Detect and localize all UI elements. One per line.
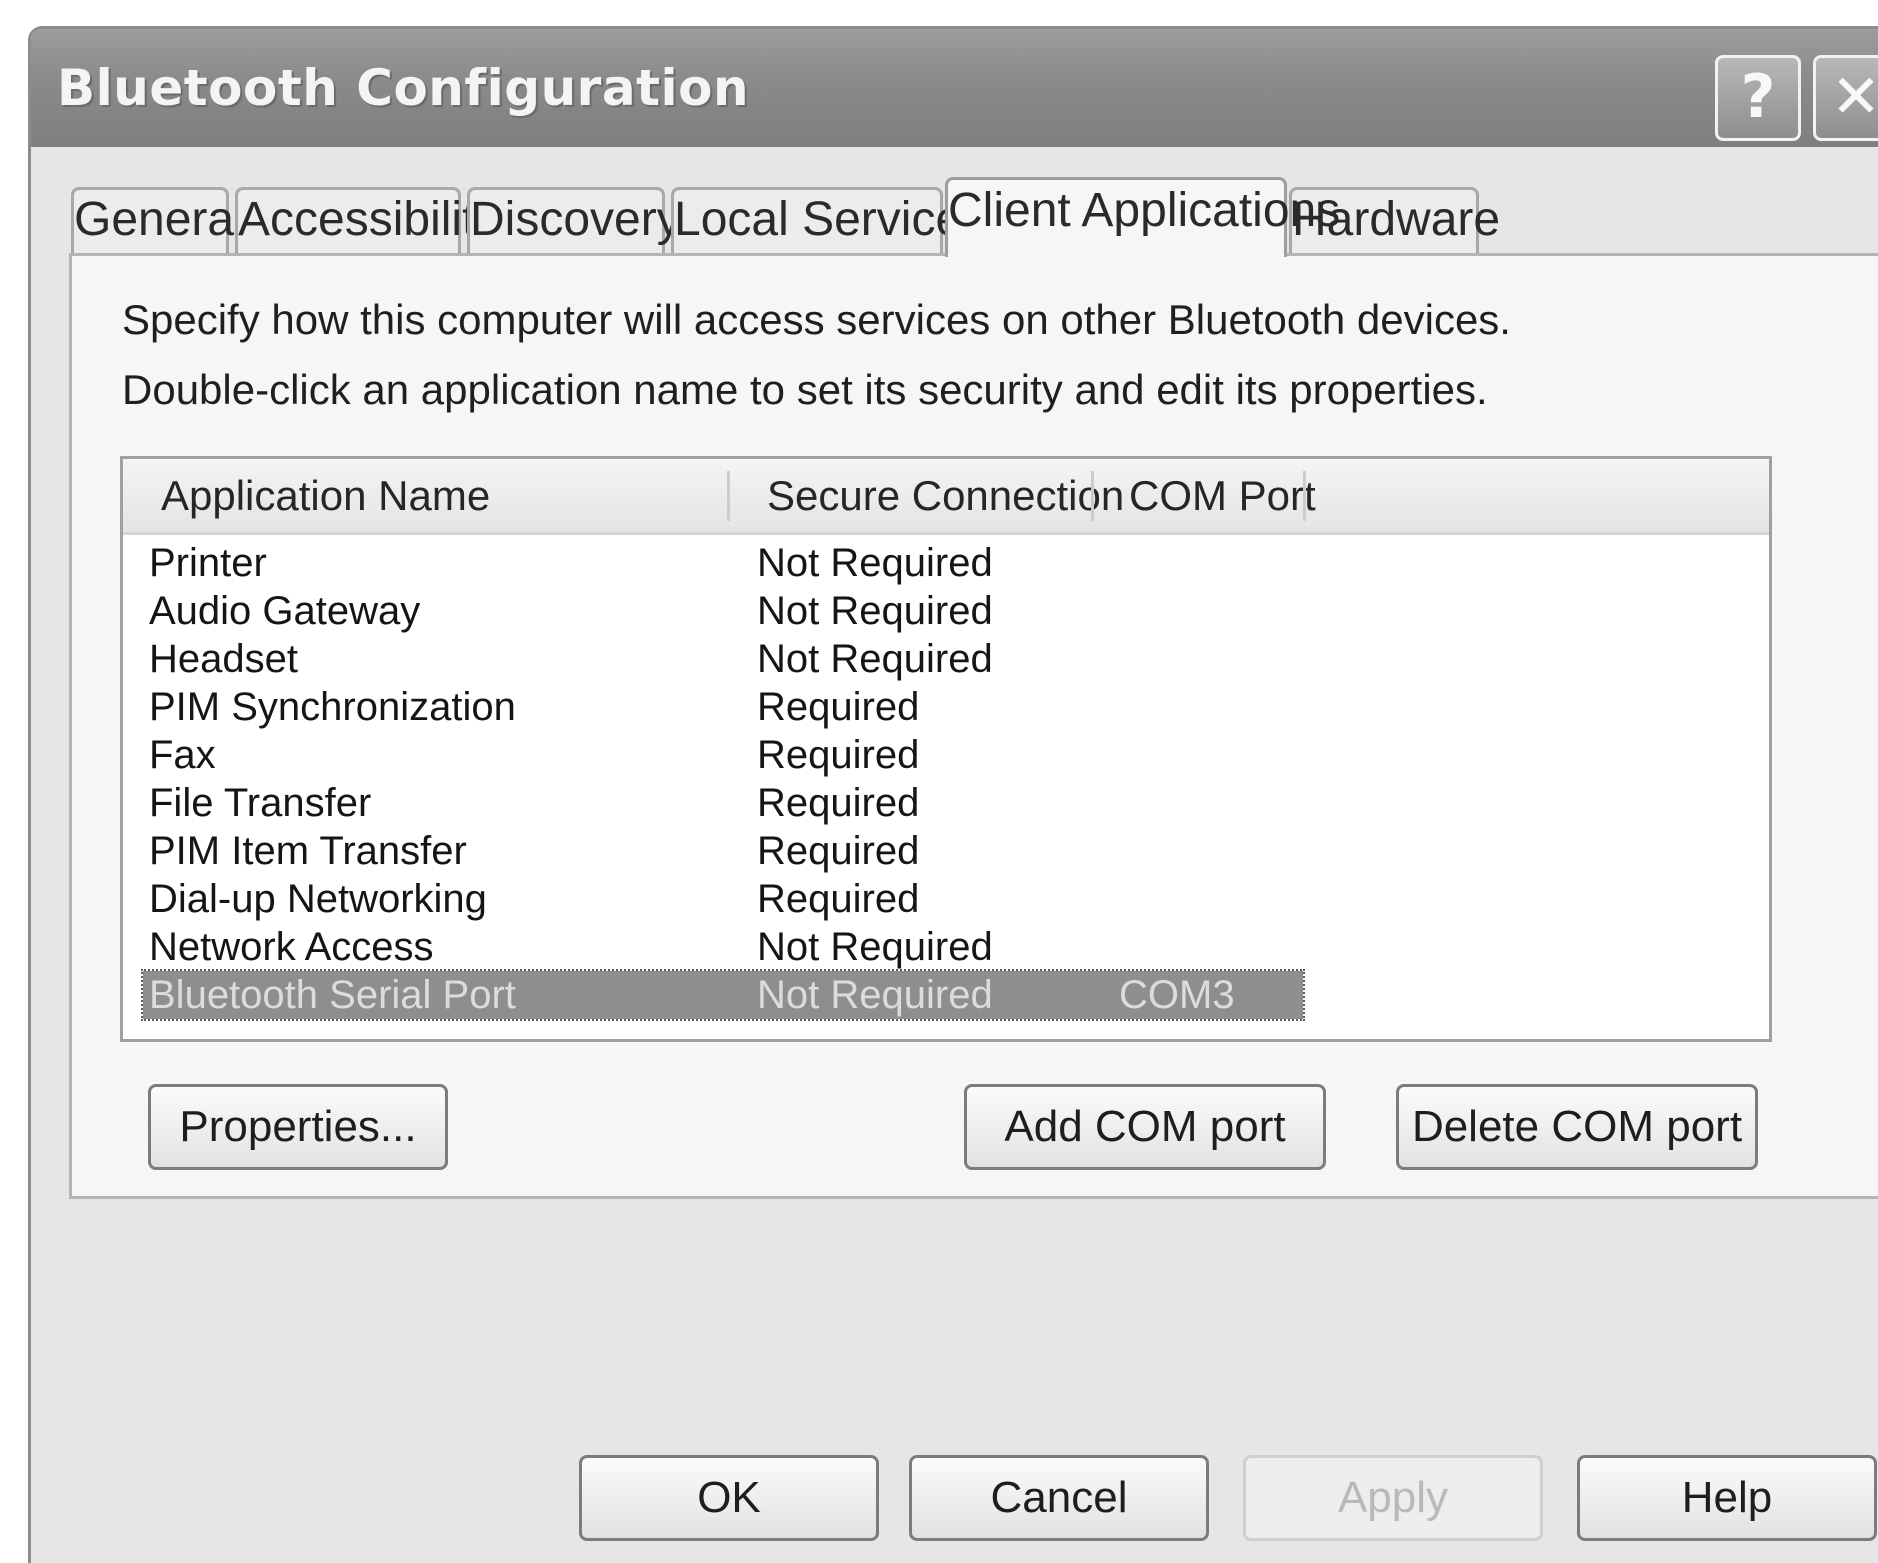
instruction-text-2: Double-click an application name to set …: [122, 366, 1488, 413]
table-row[interactable]: PIM Synchronization Required: [123, 683, 1769, 731]
tab-label: Local Services: [674, 193, 987, 246]
table-row[interactable]: Printer Not Required: [123, 539, 1769, 587]
column-header-com-port[interactable]: COM Port: [1129, 459, 1316, 532]
table-row[interactable]: Headset Not Required: [123, 635, 1769, 683]
secure-connection-cell: Required: [757, 829, 920, 873]
help-button[interactable]: Help: [1577, 1455, 1877, 1541]
application-name-cell: PIM Item Transfer: [149, 829, 467, 873]
apply-button: Apply: [1243, 1455, 1543, 1541]
application-name-cell: PIM Synchronization: [149, 685, 516, 729]
tab-local-services[interactable]: Local Services: [671, 187, 986, 255]
client-applications-panel: Specify how this computer will access se…: [69, 253, 1878, 1199]
application-name-cell: Fax: [149, 733, 216, 777]
tab-discovery[interactable]: Discovery: [467, 187, 681, 255]
application-name-cell: Network Access: [149, 925, 434, 969]
secure-connection-cell: Not Required: [757, 589, 993, 633]
tab-client-applications[interactable]: Client Applications: [945, 177, 1340, 257]
title-bar[interactable]: Bluetooth Configuration ? ✕: [31, 29, 1878, 147]
tab-label: Client Applications: [948, 184, 1341, 237]
secure-connection-cell: Required: [757, 877, 920, 921]
column-divider[interactable]: [727, 471, 730, 521]
list-header: Application Name Secure Connection COM P…: [123, 459, 1769, 535]
application-name-cell: Printer: [149, 541, 267, 585]
column-header-application-name[interactable]: Application Name: [161, 459, 490, 532]
question-mark-icon: ?: [1740, 62, 1776, 132]
application-name-cell: Bluetooth Serial Port: [149, 973, 516, 1017]
instruction-text-1: Specify how this computer will access se…: [122, 296, 1511, 343]
applications-list[interactable]: Application Name Secure Connection COM P…: [120, 456, 1772, 1042]
secure-connection-cell: Not Required: [757, 541, 993, 585]
bluetooth-configuration-dialog: Bluetooth Configuration ? ✕ General Acce…: [28, 26, 1878, 1563]
table-row[interactable]: Fax Required: [123, 731, 1769, 779]
table-row[interactable]: Audio Gateway Not Required: [123, 587, 1769, 635]
delete-com-port-button[interactable]: Delete COM port: [1396, 1084, 1758, 1170]
window-title: Bluetooth Configuration: [57, 59, 750, 117]
close-icon: ✕: [1830, 62, 1878, 132]
properties-button[interactable]: Properties...: [148, 1084, 448, 1170]
table-row[interactable]: File Transfer Required: [123, 779, 1769, 827]
application-name-cell: Headset: [149, 637, 298, 681]
secure-connection-cell: Not Required: [757, 973, 993, 1017]
table-row[interactable]: Dial-up Networking Required: [123, 875, 1769, 923]
com-port-cell: COM3: [1119, 973, 1235, 1017]
tab-label: Discovery: [470, 193, 681, 246]
column-divider[interactable]: [1303, 471, 1306, 521]
ok-button[interactable]: OK: [579, 1455, 879, 1541]
tab-general[interactable]: General: [71, 187, 245, 255]
tab-label: Accessibility: [238, 193, 500, 246]
tab-label: General: [74, 193, 245, 246]
application-name-cell: File Transfer: [149, 781, 372, 825]
application-name-cell: Dial-up Networking: [149, 877, 487, 921]
table-row[interactable]: Network Access Not Required: [123, 923, 1769, 971]
secure-connection-cell: Not Required: [757, 637, 993, 681]
column-divider[interactable]: [1091, 471, 1094, 521]
column-header-secure-connection[interactable]: Secure Connection: [767, 459, 1124, 532]
table-row-selected[interactable]: Bluetooth Serial Port Not Required COM3: [123, 969, 1769, 1021]
cancel-button[interactable]: Cancel: [909, 1455, 1209, 1541]
secure-connection-cell: Required: [757, 781, 920, 825]
close-title-button[interactable]: ✕: [1813, 55, 1878, 141]
application-name-cell: Audio Gateway: [149, 589, 421, 633]
help-title-button[interactable]: ?: [1715, 55, 1801, 141]
secure-connection-cell: Not Required: [757, 925, 993, 969]
tab-accessibility[interactable]: Accessibility: [235, 187, 499, 255]
add-com-port-button[interactable]: Add COM port: [964, 1084, 1326, 1170]
table-row[interactable]: PIM Item Transfer Required: [123, 827, 1769, 875]
secure-connection-cell: Required: [757, 685, 920, 729]
secure-connection-cell: Required: [757, 733, 920, 777]
